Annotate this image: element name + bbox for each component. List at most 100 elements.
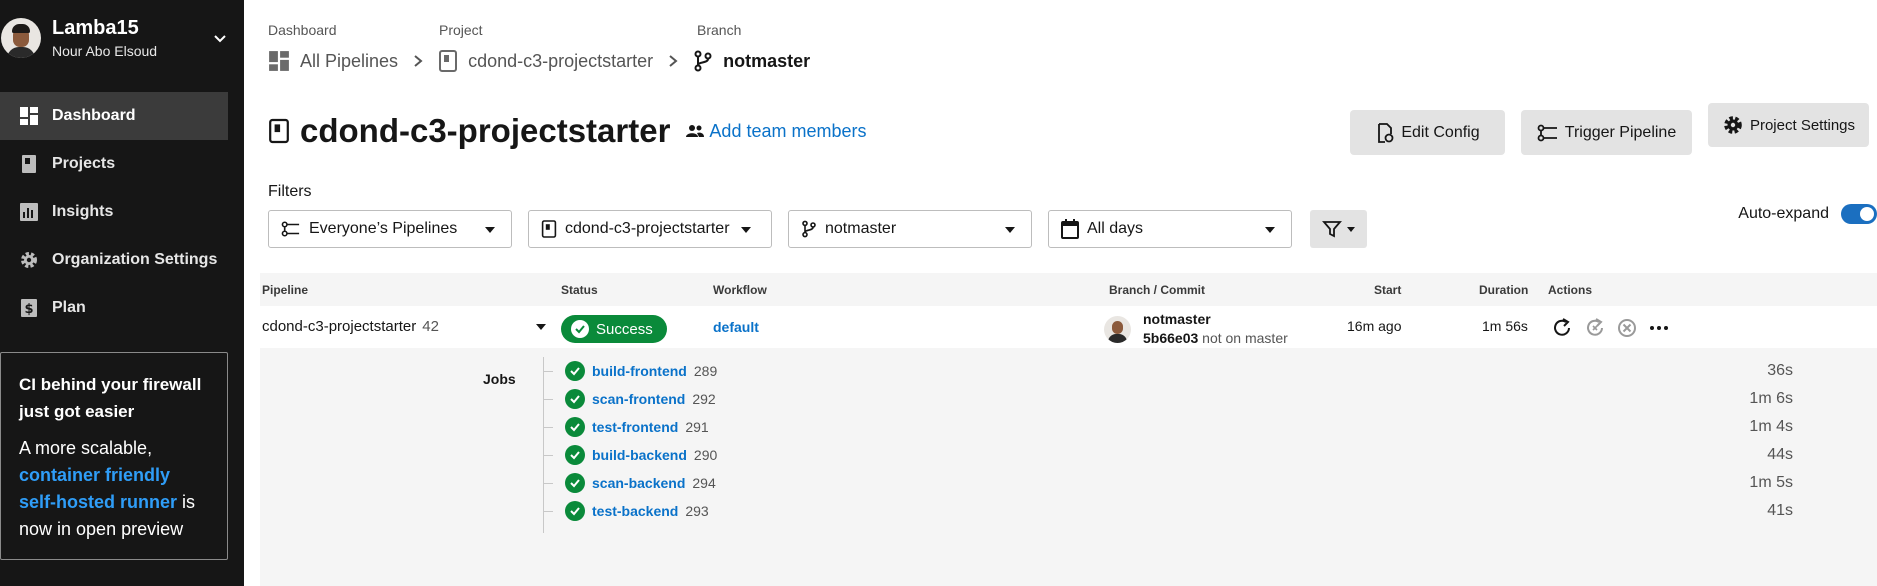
more-filters-button[interactable]	[1310, 210, 1367, 248]
job-link[interactable]: build-backend	[592, 447, 687, 463]
pipeline-name: cdond-c3-projectstarter	[262, 318, 417, 335]
job-duration: 1m 4s	[1749, 418, 1793, 435]
column-header-duration: Duration	[1479, 283, 1529, 297]
column-header-status: Status	[561, 283, 598, 297]
pipelines-filter-select[interactable]: Everyone’s Pipelines	[268, 210, 512, 248]
project-icon	[541, 220, 557, 238]
caret-down-icon	[1347, 226, 1355, 232]
job-row: test-backend 293 41s	[543, 497, 1793, 525]
expand-caret-icon[interactable]	[536, 324, 546, 330]
job-number: 290	[693, 447, 718, 463]
job-row: scan-backend 294 1m 5s	[543, 469, 1793, 497]
chevron-down-icon[interactable]	[212, 30, 228, 46]
pipeline-number: 42	[422, 318, 439, 335]
sidebar-item-dashboard[interactable]: Dashboard	[0, 92, 228, 140]
project-icon	[439, 50, 458, 72]
job-duration: 1m 5s	[1749, 474, 1793, 491]
breadcrumb-all-pipelines[interactable]: All Pipelines	[268, 50, 398, 72]
job-link[interactable]: scan-frontend	[592, 391, 685, 407]
commit-hash[interactable]: 5b66e03	[1143, 330, 1198, 346]
page-header: cdond-c3-projectstarter Add team members	[268, 112, 866, 150]
pipeline-name-cell: cdond-c3-projectstarter 42	[262, 318, 439, 335]
job-link[interactable]: build-frontend	[592, 363, 687, 379]
select-value: notmaster	[825, 220, 897, 237]
job-link[interactable]: test-backend	[592, 503, 678, 519]
check-circle-icon	[565, 501, 585, 521]
projects-icon	[22, 155, 36, 173]
column-header-start: Start	[1374, 283, 1402, 297]
pipelines-table: Pipeline Status Workflow Branch / Commit…	[260, 273, 1877, 586]
job-number: 292	[692, 391, 716, 407]
dollar-icon: $	[21, 299, 37, 317]
add-team-members-link[interactable]: Add team members	[686, 121, 866, 142]
job-number: 293	[685, 503, 709, 519]
breadcrumb-project[interactable]: cdond-c3-projectstarter	[438, 50, 653, 72]
start-time: 16m ago	[1347, 318, 1402, 334]
branch-filter-select[interactable]: notmaster	[788, 210, 1032, 248]
job-row: test-frontend 291 1m 4s	[543, 413, 1793, 441]
sidebar-item-insights[interactable]: Insights	[0, 188, 244, 236]
job-number: 294	[692, 475, 716, 491]
trigger-pipeline-button[interactable]: Trigger Pipeline	[1521, 110, 1692, 155]
gear-icon	[21, 252, 37, 268]
project-settings-button[interactable]: Project Settings	[1708, 103, 1869, 147]
auto-expand-toggle[interactable]	[1841, 204, 1877, 224]
promo-link[interactable]: container friendly self-hosted runner	[19, 465, 177, 512]
promo-card: CI behind your firewall just got easier …	[0, 352, 228, 560]
sidebar-item-projects[interactable]: Projects	[0, 140, 244, 188]
breadcrumb: All Pipelines cdond-c3-projectstarter no…	[268, 50, 810, 72]
breadcrumb-text: All Pipelines	[300, 50, 399, 71]
breadcrumb-text: notmaster	[723, 50, 811, 71]
breadcrumb-text: cdond-c3-projectstarter	[468, 50, 654, 71]
job-link[interactable]: scan-backend	[592, 475, 685, 491]
calendar-icon	[1061, 219, 1079, 239]
insights-icon	[20, 203, 38, 221]
check-circle-icon	[565, 361, 585, 381]
org-switcher[interactable]: Lamba15 Nour Abo Elsoud	[0, 0, 244, 76]
trigger-pipeline-label: Trigger Pipeline	[1564, 123, 1677, 141]
sidebar-item-label: Dashboard	[52, 107, 136, 124]
rerun-icon[interactable]	[1551, 317, 1573, 339]
more-options-icon[interactable]	[1648, 317, 1670, 339]
cancel-icon[interactable]	[1616, 317, 1638, 339]
breadcrumb-branch[interactable]: notmaster	[693, 50, 810, 72]
job-duration: 44s	[1767, 446, 1793, 463]
page-title: cdond-c3-projectstarter	[300, 112, 671, 149]
filters-label: Filters	[268, 183, 312, 200]
sidebar-item-label: Insights	[52, 203, 114, 220]
job-link[interactable]: test-frontend	[592, 419, 678, 435]
git-branch-icon	[802, 220, 816, 238]
job-row: scan-frontend 292 1m 6s	[543, 385, 1793, 413]
avatar	[1, 18, 41, 58]
job-duration: 1m 6s	[1749, 390, 1793, 407]
sidebar-item-label: Plan	[52, 299, 86, 316]
column-header-actions: Actions	[1548, 283, 1593, 297]
sidebar-item-organization-settings[interactable]: Organization Settings	[0, 236, 244, 284]
commit-branch: notmaster	[1143, 311, 1211, 327]
workflow-link[interactable]: default	[713, 319, 759, 335]
jobs-label: Jobs	[483, 371, 516, 387]
check-circle-icon	[565, 417, 585, 437]
edit-file-icon	[1378, 122, 1394, 143]
project-filter-select[interactable]: cdond-c3-projectstarter	[528, 210, 772, 248]
select-value: All days	[1087, 220, 1144, 237]
table-row: cdond-c3-projectstarter 42 Success defaul…	[260, 306, 1877, 348]
check-circle-icon	[565, 445, 585, 465]
rerun-failed-icon[interactable]	[1584, 317, 1606, 339]
check-circle-icon	[565, 473, 585, 493]
caret-down-icon	[741, 227, 751, 233]
days-filter-select[interactable]: All days	[1048, 210, 1292, 248]
select-value: cdond-c3-projectstarter	[565, 220, 730, 237]
edit-config-button[interactable]: Edit Config	[1350, 110, 1505, 155]
sidebar-item-plan[interactable]: $ Plan	[0, 284, 244, 332]
sidebar-nav: Dashboard Projects Insights Organization…	[0, 92, 244, 332]
job-number: 291	[685, 419, 709, 435]
git-branch-icon	[694, 50, 712, 72]
caret-down-icon	[485, 227, 495, 233]
status-badge[interactable]: Success	[561, 315, 667, 343]
sidebar: Lamba15 Nour Abo Elsoud Dashboard Projec…	[0, 0, 244, 586]
people-icon	[686, 125, 705, 137]
check-circle-icon	[565, 389, 585, 409]
pipeline-icon	[281, 221, 300, 237]
add-team-members-label: Add team members	[709, 120, 867, 141]
